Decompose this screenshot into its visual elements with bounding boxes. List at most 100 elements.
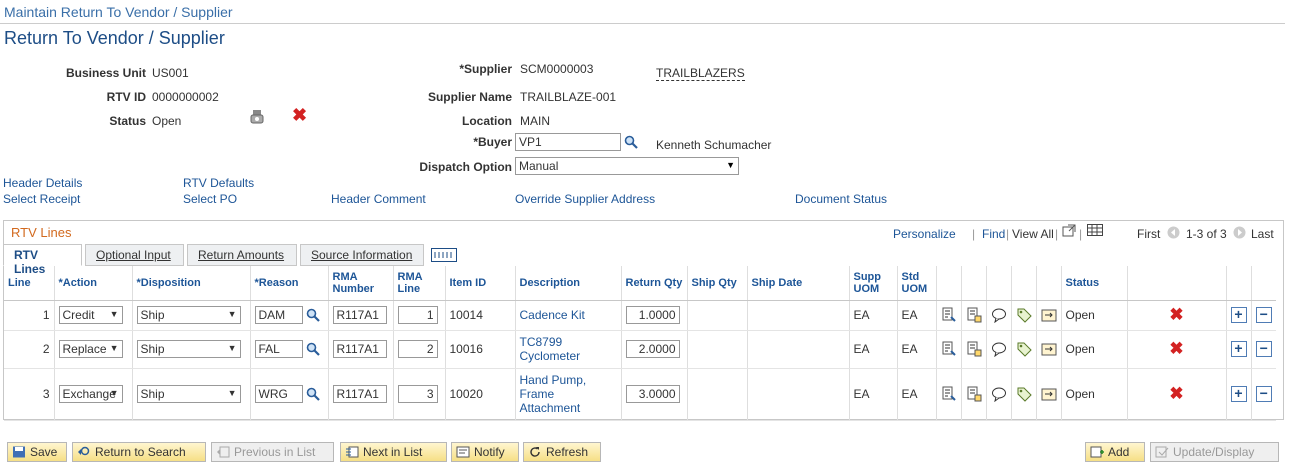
- action-select[interactable]: Replace ▼: [58, 340, 123, 358]
- remove-row-icon[interactable]: −: [1255, 386, 1272, 402]
- transfer-icon[interactable]: [1036, 368, 1062, 421]
- return-to-search-button[interactable]: Return to Search: [72, 442, 206, 462]
- col-icon-3: [986, 266, 1012, 301]
- tab-source-information[interactable]: Source Information: [300, 244, 424, 266]
- return-qty-input[interactable]: 3.0000: [625, 385, 680, 403]
- col-return-qty[interactable]: Return Qty: [621, 266, 688, 301]
- update-display-button[interactable]: Update/Display: [1150, 442, 1279, 462]
- distribution-icon[interactable]: [961, 330, 987, 369]
- disposition-select[interactable]: Ship ▼: [136, 306, 241, 324]
- select-receipt-link[interactable]: Select Receipt: [3, 192, 80, 206]
- col-reason[interactable]: *Reason: [250, 266, 329, 301]
- view-all-link[interactable]: View All: [1012, 227, 1054, 241]
- document-status-link[interactable]: Document Status: [795, 192, 887, 206]
- return-qty-input[interactable]: 1.0000: [625, 306, 680, 324]
- refresh-button[interactable]: Refresh: [523, 442, 601, 462]
- search-icon[interactable]: [306, 308, 320, 322]
- search-icon[interactable]: [306, 387, 320, 401]
- previous-in-list-button[interactable]: Previous in List: [211, 442, 334, 462]
- first-label: First: [1137, 227, 1161, 241]
- description-link[interactable]: TC8799 Cyclometer: [515, 330, 622, 369]
- rma-number-input[interactable]: R117A1: [332, 306, 387, 324]
- spreadsheet-icon[interactable]: [1087, 224, 1103, 236]
- rma-number-input[interactable]: R117A1: [332, 385, 387, 403]
- description-text[interactable]: Hand Pump, Frame Attachment: [520, 373, 587, 415]
- col-disposition[interactable]: *Disposition: [132, 266, 251, 301]
- col-description[interactable]: Description: [515, 266, 622, 301]
- notify-button[interactable]: Notify: [451, 442, 519, 462]
- col-item-id[interactable]: Item ID: [445, 266, 516, 301]
- return-qty-input[interactable]: 2.0000: [625, 340, 680, 358]
- add-row-icon[interactable]: +: [1230, 307, 1247, 323]
- reason-input[interactable]: WRG: [254, 385, 303, 403]
- tag-icon[interactable]: [1011, 330, 1037, 369]
- description-link[interactable]: Hand Pump, Frame Attachment: [515, 368, 622, 421]
- remove-row-icon[interactable]: −: [1255, 307, 1272, 323]
- action-select[interactable]: Exchange ▼: [58, 385, 123, 403]
- find[interactable]: Find: [982, 227, 1005, 241]
- action-select[interactable]: Credit ▼: [58, 306, 123, 324]
- add-row-icon[interactable]: +: [1230, 341, 1247, 357]
- select-po-link[interactable]: Select PO: [183, 192, 237, 206]
- remove-row-icon[interactable]: −: [1255, 341, 1272, 357]
- delete-icon[interactable]: ✖: [292, 106, 307, 124]
- col-action[interactable]: *Action: [54, 266, 133, 301]
- transfer-icon[interactable]: [1036, 300, 1062, 331]
- personalize[interactable]: Personalize: [893, 227, 956, 241]
- new-window-icon[interactable]: [1062, 224, 1076, 237]
- rtv-defaults-link[interactable]: RTV Defaults: [183, 176, 254, 190]
- description-text[interactable]: Cadence Kit: [520, 308, 585, 322]
- header-details-link[interactable]: Header Details: [3, 176, 82, 190]
- edit-line-icon[interactable]: [936, 368, 962, 421]
- tab-return-amounts[interactable]: Return Amounts: [187, 244, 297, 266]
- col-std-uom[interactable]: Std UOM: [897, 266, 937, 301]
- stamp-icon[interactable]: [250, 109, 264, 125]
- tag-icon[interactable]: [1011, 300, 1037, 331]
- col-ship-date[interactable]: Ship Date: [747, 266, 850, 301]
- previous-icon[interactable]: [1167, 226, 1180, 239]
- col-ship-qty[interactable]: Ship Qty: [687, 266, 748, 301]
- reason-input[interactable]: DAM: [254, 306, 303, 324]
- col-rma-number[interactable]: RMA Number: [328, 266, 394, 301]
- rma-number-input[interactable]: R117A1: [332, 340, 387, 358]
- tab-optional-input[interactable]: Optional Input: [85, 244, 184, 266]
- rma-line-input[interactable]: 3: [397, 385, 438, 403]
- delete-icon[interactable]: ✖: [1169, 339, 1183, 358]
- comment-icon[interactable]: [986, 330, 1012, 369]
- add-button[interactable]: Add: [1085, 442, 1145, 462]
- rma-line-input[interactable]: 2: [397, 340, 438, 358]
- add-row-icon[interactable]: +: [1230, 386, 1247, 402]
- next-icon[interactable]: [1233, 226, 1246, 239]
- transfer-icon[interactable]: [1036, 330, 1062, 369]
- disposition-select[interactable]: Ship ▼: [136, 340, 241, 358]
- delete-icon[interactable]: ✖: [1169, 384, 1183, 403]
- description-text[interactable]: TC8799 Cyclometer: [520, 335, 581, 363]
- reason-input[interactable]: FAL: [254, 340, 303, 358]
- save-button[interactable]: Save: [7, 442, 67, 462]
- search-icon[interactable]: [306, 342, 320, 356]
- comment-icon[interactable]: [986, 368, 1012, 421]
- rma-line-input[interactable]: 1: [397, 306, 438, 324]
- distribution-icon[interactable]: [961, 368, 987, 421]
- col-rma-line[interactable]: RMA Line: [393, 266, 446, 301]
- next-in-list-button[interactable]: Next in List: [340, 442, 447, 462]
- show-all-columns-icon[interactable]: [431, 248, 457, 262]
- edit-line-icon[interactable]: [936, 330, 962, 369]
- tag-icon[interactable]: [1011, 368, 1037, 421]
- distribution-icon[interactable]: [961, 300, 987, 331]
- find-link: Find: [982, 227, 1005, 241]
- dispatch-select[interactable]: Manual ▼: [515, 157, 739, 175]
- header-comment-link[interactable]: Header Comment: [331, 192, 426, 206]
- search-icon[interactable]: [624, 135, 638, 149]
- description-link[interactable]: Cadence Kit: [515, 300, 622, 331]
- buyer-input[interactable]: VP1: [515, 133, 621, 151]
- edit-line-icon[interactable]: [936, 300, 962, 331]
- delete-icon[interactable]: ✖: [1169, 305, 1183, 324]
- disposition-select[interactable]: Ship ▼: [136, 385, 241, 403]
- tab-rtv-lines[interactable]: RTV Lines: [3, 244, 82, 276]
- override-address-link[interactable]: Override Supplier Address: [515, 192, 655, 206]
- col-supp-uom[interactable]: Supp UOM: [849, 266, 898, 301]
- col-status[interactable]: Status: [1061, 266, 1128, 301]
- comment-icon[interactable]: [986, 300, 1012, 331]
- supplier-short-name[interactable]: TRAILBLAZERS: [656, 66, 745, 81]
